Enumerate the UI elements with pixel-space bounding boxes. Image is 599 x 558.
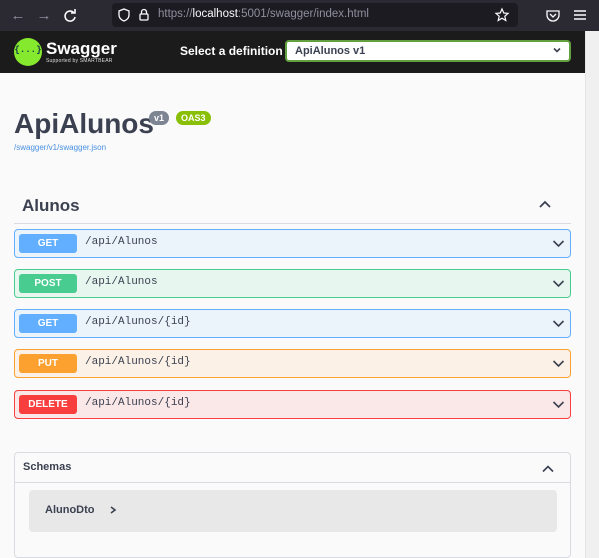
swagger-topbar: {...} Swagger Supported by SMARTBEAR Sel… [0,31,585,73]
operation-put-aluno[interactable]: PUT /api/Alunos/{id} [14,349,571,378]
operation-post-alunos[interactable]: POST /api/Alunos [14,269,571,298]
url-prefix: https:// [158,8,193,20]
oas-badge: OAS3 [176,111,211,125]
chevron-down-icon[interactable] [552,400,565,409]
page-scrollbar[interactable] [585,31,599,558]
smartbear-tagline: Supported by SMARTBEAR [46,58,113,64]
schemas-header[interactable]: Schemas [15,453,570,483]
url-text: https://localhost:5001/swagger/index.htm… [158,8,369,20]
method-badge: GET [19,234,77,253]
chevron-down-icon[interactable] [552,319,565,328]
definition-select-value: ApiAlunos v1 [295,45,366,57]
chevron-down-icon[interactable] [552,279,565,288]
chevron-down-icon [553,47,561,53]
definition-select[interactable]: ApiAlunos v1 [285,40,571,62]
swagger-logo-icon[interactable]: {...} [14,38,42,66]
chevron-up-icon[interactable] [538,199,552,209]
bookmark-star-icon[interactable] [494,7,510,23]
schemas-title: Schemas [23,461,72,473]
pocket-icon[interactable] [545,8,561,24]
back-arrow-icon[interactable]: ← [8,6,28,26]
method-badge: GET [19,314,77,333]
operation-get-alunos[interactable]: GET /api/Alunos [14,229,571,258]
operation-path: /api/Alunos/{id} [85,356,191,368]
operation-delete-aluno[interactable]: DELETE /api/Alunos/{id} [14,390,571,419]
operation-get-aluno-by-id[interactable]: GET /api/Alunos/{id} [14,309,571,338]
method-badge: DELETE [19,395,77,414]
version-badge: v1 [149,111,170,125]
chevron-down-icon[interactable] [552,359,565,368]
url-rest: :5001/swagger/index.html [237,8,369,20]
browser-toolbar: ← → https://localhost:5001/swagger/index… [0,0,599,31]
operation-path: /api/Alunos/{id} [85,397,191,409]
shield-icon[interactable] [116,7,132,23]
menu-icon[interactable] [573,8,587,22]
chevron-down-icon[interactable] [552,239,565,248]
schemas-section: Schemas AlunoDto [14,452,571,558]
swagger-logo-text[interactable]: Swagger [46,39,117,59]
api-title: ApiAlunos [14,108,154,139]
model-item[interactable]: AlunoDto [29,490,557,532]
reload-icon[interactable] [60,6,80,26]
spec-link[interactable]: /swagger/v1/swagger.json [14,143,106,152]
chevron-right-icon[interactable] [109,505,117,515]
model-name: AlunoDto [45,504,95,516]
address-bar[interactable]: https://localhost:5001/swagger/index.htm… [112,3,518,27]
tag-divider [14,223,571,224]
operation-path: /api/Alunos [85,276,158,288]
definition-label: Select a definition [180,44,283,58]
url-host: localhost [192,8,238,20]
chevron-up-icon[interactable] [541,464,555,473]
swagger-logo-glyph: {...} [14,45,42,55]
method-badge: POST [19,274,77,293]
forward-arrow-icon[interactable]: → [34,6,54,26]
lock-icon[interactable] [136,7,152,23]
operation-path: /api/Alunos/{id} [85,316,191,328]
tag-title[interactable]: Alunos [22,196,80,216]
method-badge: PUT [19,354,77,373]
operation-path: /api/Alunos [85,236,158,248]
